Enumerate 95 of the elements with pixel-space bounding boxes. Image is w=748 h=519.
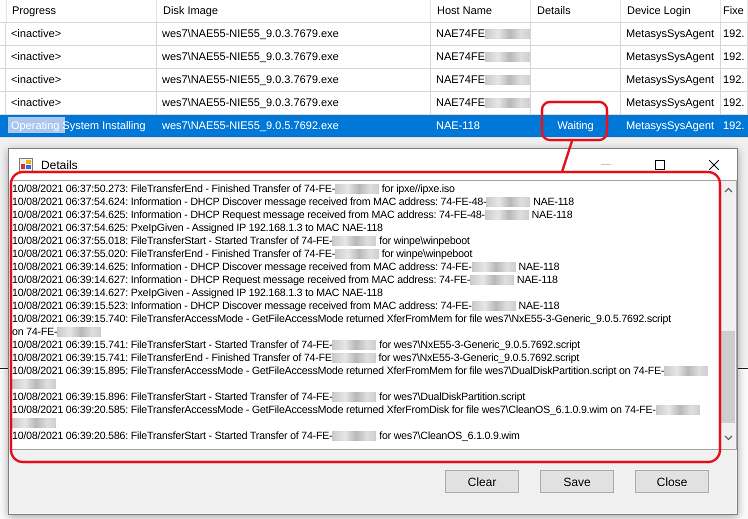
table-row[interactable]: <inactive> wes7\NAE55-NIE55_9.0.3.7679.exe NAE74FE MetasysSysAgent 192. xyxy=(0,23,748,46)
table-cell: wes7\NAE55-NIE55_9.0.3.7679.exe xyxy=(162,28,339,40)
redacted-block xyxy=(332,236,376,246)
table-cell: Waiting xyxy=(557,120,594,132)
table-cell: <inactive> xyxy=(11,97,62,109)
log-text: NAE-118 xyxy=(532,196,574,208)
log-text: 10/08/2021 06:39:20.585: FileTransferAccessMode - GetFileAccessMode returned XferFromDisk for file wes7\CleanOS_6.1.0.9.wim on 74-FE- xyxy=(12,404,656,416)
table-cell: <inactive> xyxy=(11,28,62,40)
table-cell: MetasysSysAgent xyxy=(626,28,714,40)
log-text: 10/08/2021 06:39:20.586: FileTransferStart - Started Transfer of 74-FE- xyxy=(12,430,332,442)
log-text: on 74-FE- xyxy=(12,326,58,338)
log-text: for winpe\winpeboot xyxy=(380,248,472,260)
redacted-block xyxy=(12,379,56,390)
log-text: 10/08/2021 06:37:54.625: PxeIpGiven - Assigned IP 192.168.1.3 to MAC NAE-118 xyxy=(12,222,383,234)
redacted-block xyxy=(470,275,514,286)
window-title: Details xyxy=(41,158,79,172)
log-text: 10/08/2021 06:37:55.018: FileTransferStart - Started Transfer of 74-FE- xyxy=(12,235,332,247)
redacted-block xyxy=(12,418,56,428)
table-cell: 192. xyxy=(723,120,744,132)
table-cell: MetasysSysAgent xyxy=(626,97,714,109)
log-text: 10/08/2021 06:39:14.627: Information - DHCP Request message received from MAC address: 74-FE- xyxy=(12,274,470,286)
log-text: for ipxe//ipxe.iso xyxy=(380,183,455,195)
table-cell: <inactive> xyxy=(11,74,62,86)
scroll-down-icon xyxy=(724,435,732,441)
highlight-outline xyxy=(540,100,608,142)
log-text: 10/08/2021 06:39:15.895: FileTransferAccessMode - GetFileAccessMode returned XferFromMem for file wes7\DualDiskPartition.script on 74-FE- xyxy=(12,365,664,377)
redacted-block xyxy=(335,184,380,194)
column-header[interactable]: Details xyxy=(531,0,621,22)
close-icon xyxy=(709,160,719,170)
redacted-block xyxy=(332,431,376,442)
log-text: for wes7\CleanOS_6.1.0.9.wim xyxy=(378,430,520,442)
log-text: 10/08/2021 06:39:15.741: FileTransferEnd - Finished Transfer of 74-FE xyxy=(12,352,332,364)
column-header[interactable]: Fixe xyxy=(721,0,748,22)
table-cell: NAE74FE xyxy=(436,97,485,109)
redacted-block xyxy=(472,301,516,312)
scroll-up-icon xyxy=(724,187,732,193)
table-cell: wes7\NAE55-NIE55_9.0.3.7679.exe xyxy=(162,51,339,63)
column-header[interactable]: Disk Image xyxy=(157,0,431,22)
log-text: 10/08/2021 06:39:15.740: FileTransferAccessMode - GetFileAccessMode returned XferFromMem for file wes7\NxE55-3-Generic_9.0.5.7692.script xyxy=(12,313,671,325)
table-cell: 192. xyxy=(723,51,744,63)
log-text: NAE-118 xyxy=(517,261,560,273)
redacted-block xyxy=(656,405,700,416)
log-text: 10/08/2021 06:39:15.741: FileTransferStart - Started Transfer of 74-FE- xyxy=(12,339,332,351)
log-text: 10/08/2021 06:37:54.624: Information - DHCP Discover message received from MAC address: 74-FE-48- xyxy=(12,196,486,208)
log-text: for wes7\DualDiskPartition.script xyxy=(378,391,526,403)
log-text: 10/08/2021 06:37:55.020: FileTransferEnd - Finished Transfer of 74-FE- xyxy=(12,248,336,260)
table-cell: wes7\NAE55-NIE55_9.0.5.7692.exe xyxy=(162,120,339,132)
table-cell: NAE74FE xyxy=(436,74,485,86)
scroll-thumb[interactable] xyxy=(721,331,735,423)
table-cell: wes7\NAE55-NIE55_9.0.3.7679.exe xyxy=(162,74,339,86)
maximize-icon xyxy=(655,160,665,170)
log-text: NAE-118 xyxy=(516,274,558,286)
redacted-block xyxy=(332,353,376,364)
log-text: 10/08/2021 06:39:15.896: FileTransferStart - Started Transfer of 74-FE- xyxy=(12,391,332,403)
column-header[interactable]: Device Login xyxy=(621,0,721,22)
log-text: 10/08/2021 06:39:15.523: Information - DHCP Discover message received from MAC address: 74-FE- xyxy=(12,300,472,312)
redacted-block xyxy=(57,327,102,338)
table-cell: MetasysSysAgent xyxy=(626,74,714,86)
redacted-block xyxy=(472,262,516,272)
redacted-block xyxy=(484,210,529,220)
dialog-button[interactable]: Save xyxy=(540,470,614,493)
redacted-block xyxy=(335,249,380,260)
table-row[interactable]: <inactive> wes7\NAE55-NIE55_9.0.3.7679.exe NAE74FE MetasysSysAgent 192. xyxy=(0,69,748,92)
log-text: 10/08/2021 06:39:14.625: Information - DHCP Discover message received from MAC address: 74-FE- xyxy=(12,261,472,273)
table-cell: 192. xyxy=(723,28,744,40)
log-text: for wes7\NxE55-3-Generic_9.0.5.7692.script xyxy=(377,352,580,364)
log-text: 10/08/2021 06:39:14.627: PxeIpGiven - Assigned IP 192.168.1.3 to MAC NAE-118 xyxy=(12,287,383,299)
table-cell: NAE74FE xyxy=(436,51,485,63)
redacted-block xyxy=(486,197,530,208)
dialog-button[interactable]: Close xyxy=(635,470,709,493)
column-header[interactable]: Host Name xyxy=(431,0,531,22)
table-row[interactable]: <inactive> wes7\NAE55-NIE55_9.0.3.7679.exe NAE74FE MetasysSysAgent 192. xyxy=(0,46,748,69)
redacted-block xyxy=(664,366,708,376)
table-cell: <inactive> xyxy=(11,51,62,63)
table-cell: MetasysSysAgent xyxy=(626,51,714,63)
table-cell: NAE74FE xyxy=(436,28,485,40)
log-text: NAE-118 xyxy=(530,209,572,221)
table-cell: 192. xyxy=(723,74,744,86)
minimize-icon xyxy=(601,164,611,165)
log-text: 10/08/2021 06:37:54.625: Information - DHCP Request message received from MAC address: 74-FE-48- xyxy=(12,209,485,221)
table-cell: 192. xyxy=(723,97,744,109)
app-icon xyxy=(19,158,33,172)
log-text: for winpe\winpeboot xyxy=(378,235,470,247)
log-text: NAE-118 xyxy=(517,300,560,312)
log-text: 10/08/2021 06:37:50.273: FileTransferEnd - Finished Transfer of 74-FE- xyxy=(12,183,336,195)
redacted-block xyxy=(332,340,376,350)
table-cell: MetasysSysAgent xyxy=(626,120,714,132)
log-text: for wes7\NxE55-3-Generic_9.0.5.7692.script xyxy=(378,339,580,351)
table-cell: wes7\NAE55-NIE55_9.0.3.7679.exe xyxy=(162,97,339,109)
column-header[interactable]: Progress xyxy=(6,0,157,22)
leader-line xyxy=(560,140,574,172)
dialog-button[interactable]: Clear xyxy=(445,470,519,493)
table-row[interactable]: <inactive> wes7\NAE55-NIE55_9.0.3.7679.exe NAE74FE MetasysSysAgent 192. xyxy=(0,92,748,115)
table-cell: NAE-118 xyxy=(436,120,480,132)
redacted-block xyxy=(332,392,376,402)
